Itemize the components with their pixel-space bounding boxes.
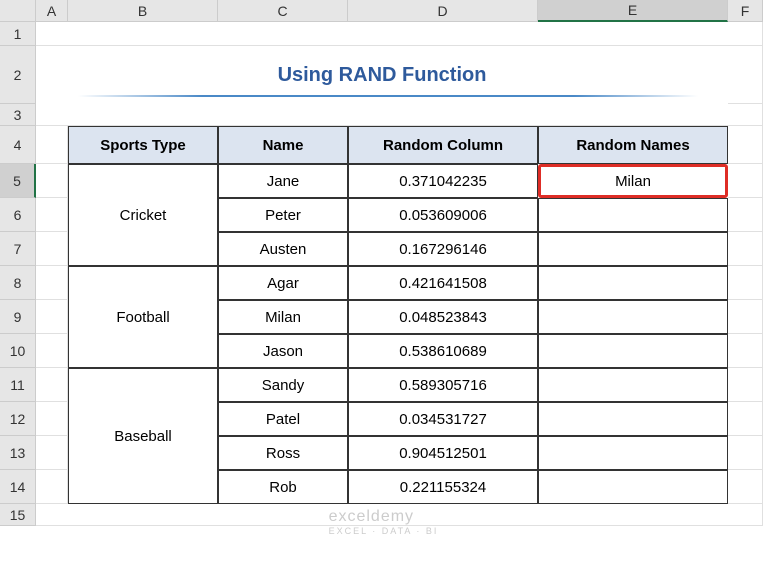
cell-A7[interactable] [36,232,68,266]
cell-val-2[interactable]: 0.167296146 [348,232,538,266]
cell-E6[interactable] [538,198,728,232]
cell-name-5[interactable]: Jason [218,334,348,368]
cell-result[interactable]: Milan [538,164,728,198]
cell-A12[interactable] [36,402,68,436]
cell-name-1[interactable]: Peter [218,198,348,232]
row-header-5[interactable]: 5 [0,164,36,198]
cell-sports-baseball[interactable]: Baseball [68,368,218,504]
cell-A10[interactable] [36,334,68,368]
cell-F2[interactable] [728,46,763,104]
cell-E14[interactable] [538,470,728,504]
row-header-2[interactable]: 2 [0,46,36,104]
col-header-F[interactable]: F [728,0,763,22]
cell-val-6[interactable]: 0.589305716 [348,368,538,402]
cell-row3[interactable] [36,104,763,126]
cell-val-7[interactable]: 0.034531727 [348,402,538,436]
col-header-B[interactable]: B [68,0,218,22]
cell-E13[interactable] [538,436,728,470]
cell-val-4[interactable]: 0.048523843 [348,300,538,334]
cell-E10[interactable] [538,334,728,368]
row-header-1[interactable]: 1 [0,22,36,46]
cell-name-8[interactable]: Ross [218,436,348,470]
cell-F11[interactable] [728,368,763,402]
cell-A5[interactable] [36,164,68,198]
cell-name-0[interactable]: Jane [218,164,348,198]
header-random-names[interactable]: Random Names [538,126,728,164]
row-header-10[interactable]: 10 [0,334,36,368]
row-header-13[interactable]: 13 [0,436,36,470]
cell-A8[interactable] [36,266,68,300]
row-header-9[interactable]: 9 [0,300,36,334]
cell-name-3[interactable]: Agar [218,266,348,300]
grid-corner[interactable] [0,0,36,22]
spreadsheet-grid: A B C D E F 1 2 Using RAND Function 3 4 … [0,0,767,526]
cell-name-9[interactable]: Rob [218,470,348,504]
cell-F7[interactable] [728,232,763,266]
cell-E9[interactable] [538,300,728,334]
cell-E11[interactable] [538,368,728,402]
cell-val-3[interactable]: 0.421641508 [348,266,538,300]
title-underline [78,95,698,97]
header-name[interactable]: Name [218,126,348,164]
col-header-D[interactable]: D [348,0,538,22]
cell-sports-football[interactable]: Football [68,266,218,368]
row-header-11[interactable]: 11 [0,368,36,402]
row-header-15[interactable]: 15 [0,504,36,526]
row-header-3[interactable]: 3 [0,104,36,126]
cell-name-7[interactable]: Patel [218,402,348,436]
cell-name-2[interactable]: Austen [218,232,348,266]
cell-A9[interactable] [36,300,68,334]
row-header-14[interactable]: 14 [0,470,36,504]
cell-val-1[interactable]: 0.053609006 [348,198,538,232]
cell-val-8[interactable]: 0.904512501 [348,436,538,470]
header-sports-type[interactable]: Sports Type [68,126,218,164]
row-header-4[interactable]: 4 [0,126,36,164]
cell-E8[interactable] [538,266,728,300]
row-header-6[interactable]: 6 [0,198,36,232]
cell-F14[interactable] [728,470,763,504]
cell-F5[interactable] [728,164,763,198]
cell-F12[interactable] [728,402,763,436]
watermark-sub: EXCEL · DATA · BI [329,526,439,536]
col-header-A[interactable]: A [36,0,68,22]
cell-A4[interactable] [36,126,68,164]
cell-A6[interactable] [36,198,68,232]
cell-val-5[interactable]: 0.538610689 [348,334,538,368]
cell-F8[interactable] [728,266,763,300]
cell-A11[interactable] [36,368,68,402]
row-header-7[interactable]: 7 [0,232,36,266]
col-header-C[interactable]: C [218,0,348,22]
cell-A14[interactable] [36,470,68,504]
row-header-8[interactable]: 8 [0,266,36,300]
cell-A13[interactable] [36,436,68,470]
cell-val-9[interactable]: 0.221155324 [348,470,538,504]
cell-name-4[interactable]: Milan [218,300,348,334]
row-header-12[interactable]: 12 [0,402,36,436]
cell-F13[interactable] [728,436,763,470]
cell-F9[interactable] [728,300,763,334]
header-random-column[interactable]: Random Column [348,126,538,164]
cell-E12[interactable] [538,402,728,436]
cell-row15[interactable] [36,504,763,526]
cell-F4[interactable] [728,126,763,164]
cell-row1[interactable] [36,22,763,46]
cell-val-0[interactable]: 0.371042235 [348,164,538,198]
cell-F10[interactable] [728,334,763,368]
col-header-E[interactable]: E [538,0,728,22]
cell-F6[interactable] [728,198,763,232]
cell-sports-cricket[interactable]: Cricket [68,164,218,266]
cell-E7[interactable] [538,232,728,266]
cell-name-6[interactable]: Sandy [218,368,348,402]
